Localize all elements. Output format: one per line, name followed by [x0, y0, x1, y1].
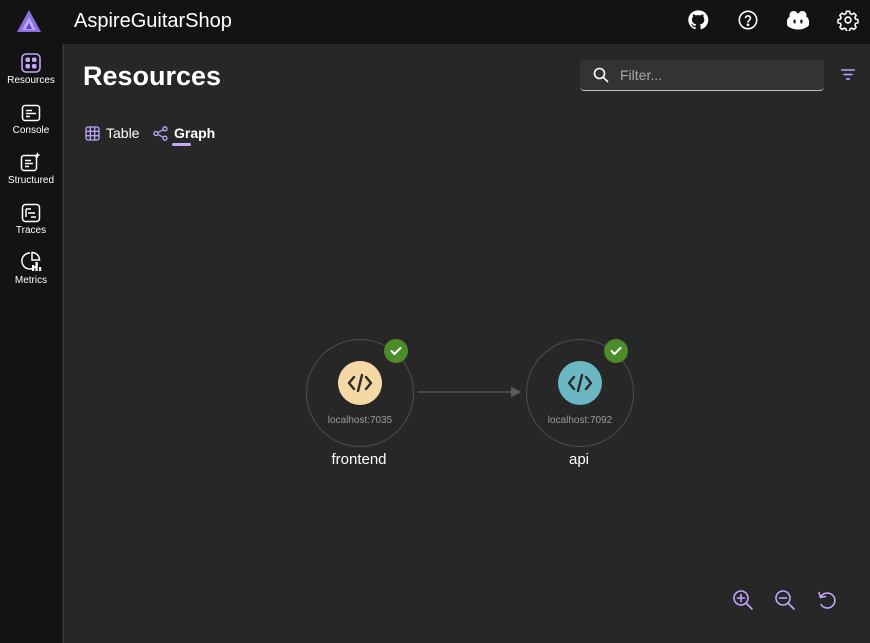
status-check-icon [384, 339, 408, 363]
sidebar-item-traces[interactable]: Traces [0, 203, 62, 249]
project-icon [558, 361, 602, 405]
zoom-out-icon[interactable] [773, 588, 797, 612]
project-icon [338, 361, 382, 405]
structured-logs-icon [20, 152, 41, 172]
sidebar-item-label: Console [12, 125, 50, 136]
node-name: api [568, 451, 590, 468]
metrics-icon [21, 251, 42, 271]
settings-icon[interactable] [836, 8, 860, 32]
sidebar-item-resources[interactable]: Resources [0, 53, 62, 99]
copilot-icon[interactable] [786, 8, 810, 32]
console-icon [21, 104, 41, 122]
node-endpoint[interactable]: localhost:7092 [527, 415, 633, 426]
top-bar: AspireGuitarShop [0, 0, 870, 44]
sidebar-item-structured[interactable]: Structured [0, 151, 62, 197]
status-check-icon [604, 339, 628, 363]
sidebar-item-metrics[interactable]: Metrics [0, 251, 62, 297]
graph-node-api[interactable]: localhost:7092 [526, 339, 634, 447]
node-name: frontend [331, 451, 387, 468]
graph-node-frontend[interactable]: localhost:7035 [306, 339, 414, 447]
aspire-logo[interactable] [16, 9, 42, 33]
sidebar-item-label: Traces [15, 225, 47, 236]
graph-edges [418, 386, 522, 398]
sidebar: Resources Console Structured Traces Metr… [0, 44, 62, 643]
help-icon[interactable] [736, 8, 760, 32]
sidebar-item-console[interactable]: Console [0, 103, 62, 149]
sidebar-item-label: Metrics [14, 275, 48, 286]
main-panel: Resources Table Graph [63, 45, 870, 643]
reset-view-icon[interactable] [815, 588, 839, 612]
traces-icon [21, 203, 41, 223]
zoom-in-icon[interactable] [731, 588, 755, 612]
node-endpoint[interactable]: localhost:7035 [307, 415, 413, 426]
github-icon[interactable] [686, 8, 710, 32]
resources-icon [21, 53, 41, 73]
sidebar-item-label: Structured [7, 175, 55, 186]
resource-graph[interactable]: localhost:7035 frontend localhost:7092 a… [64, 45, 870, 643]
sidebar-item-label: Resources [7, 75, 55, 86]
app-title[interactable]: AspireGuitarShop [74, 10, 232, 33]
